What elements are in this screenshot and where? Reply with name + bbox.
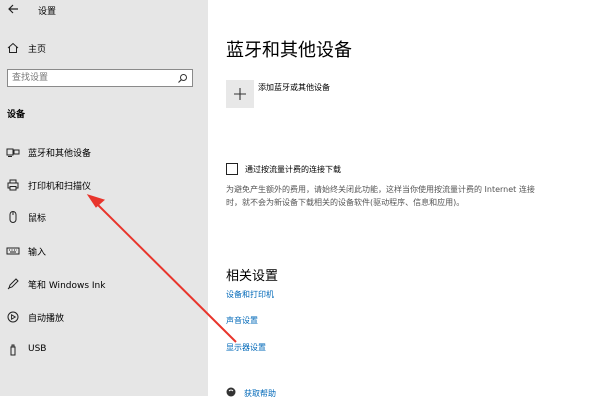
pen-icon — [7, 278, 19, 290]
metered-download-label[interactable]: 通过按流量计费的连接下载 — [245, 164, 341, 175]
sidebar: 设置 主页 设备 蓝牙和其他设备 打印机和扫描仪 — [0, 0, 208, 396]
title-bar: 设置 — [0, 0, 208, 20]
keyboard-icon — [6, 247, 20, 255]
plus-icon — [234, 88, 246, 100]
link-devices-and-printers[interactable]: 设备和打印机 — [226, 289, 274, 300]
add-device-button[interactable] — [226, 80, 254, 108]
metered-download-checkbox[interactable] — [226, 163, 238, 175]
sidebar-item-label: USB — [28, 344, 47, 354]
sidebar-item-typing[interactable]: 输入 — [0, 240, 208, 262]
sidebar-item-bluetooth[interactable]: 蓝牙和其他设备 — [0, 141, 208, 163]
sidebar-item-label: 蓝牙和其他设备 — [28, 149, 92, 159]
link-sound-settings[interactable]: 声音设置 — [226, 315, 258, 326]
section-heading: 设备 — [7, 110, 26, 120]
sidebar-item-autoplay[interactable]: 自动播放 — [0, 306, 208, 328]
main-content: 蓝牙和其他设备 添加蓝牙或其他设备 通过按流量计费的连接下载 为避免产生额外的费… — [208, 0, 615, 399]
sidebar-item-label: 自动播放 — [28, 314, 65, 324]
sidebar-item-mouse[interactable]: 鼠标 — [0, 206, 208, 228]
get-help-link[interactable]: 获取帮助 — [244, 388, 276, 399]
sidebar-item-printers[interactable]: 打印机和扫描仪 — [0, 174, 208, 196]
link-display-settings[interactable]: 显示器设置 — [226, 342, 266, 353]
sidebar-item-label: 打印机和扫描仪 — [28, 182, 92, 192]
sidebar-item-pen[interactable]: 笔和 Windows Ink — [0, 273, 208, 295]
sidebar-item-label: 输入 — [28, 248, 47, 258]
sidebar-item-usb[interactable]: USB — [0, 339, 208, 361]
sidebar-item-label: 鼠标 — [28, 214, 47, 224]
page-title: 蓝牙和其他设备 — [226, 40, 352, 61]
search-box[interactable] — [7, 69, 193, 87]
printer-icon — [7, 179, 19, 191]
app-title: 设置 — [38, 7, 57, 17]
usb-icon — [10, 344, 16, 356]
mouse-icon — [9, 211, 17, 223]
related-settings-heading: 相关设置 — [226, 269, 279, 284]
sidebar-item-home[interactable]: 主页 — [0, 37, 208, 59]
search-input[interactable] — [12, 72, 172, 84]
add-device-label[interactable]: 添加蓝牙或其他设备 — [258, 82, 330, 93]
bluetooth-devices-icon — [6, 148, 20, 157]
sidebar-item-label: 笔和 Windows Ink — [28, 281, 106, 291]
back-arrow-icon[interactable] — [6, 2, 20, 16]
metered-description: 为避免产生额外的费用，请始终关闭此功能，这样当你使用按流量计费的 Interne… — [226, 185, 535, 207]
sidebar-item-label: 主页 — [28, 45, 47, 55]
home-icon — [7, 42, 19, 53]
search-icon[interactable] — [177, 73, 188, 84]
autoplay-icon — [7, 311, 19, 323]
